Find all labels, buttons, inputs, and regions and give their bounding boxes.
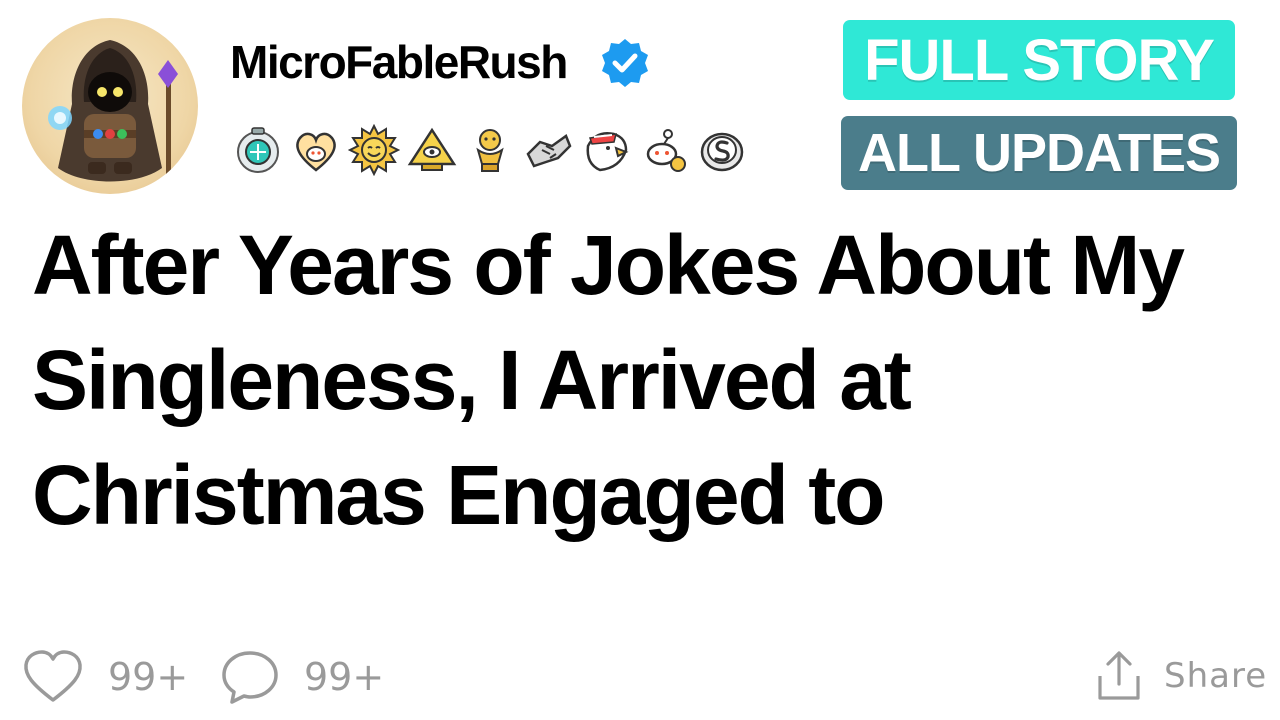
post-actions-bar: 99+ 99+ Share bbox=[0, 640, 1280, 720]
like-count: 99+ bbox=[108, 655, 189, 699]
snoo-award-icon[interactable] bbox=[638, 124, 690, 176]
trophy-snoo-award-icon[interactable] bbox=[464, 124, 516, 176]
awards-row bbox=[232, 124, 748, 176]
hooded-wizard-icon bbox=[48, 40, 178, 182]
handshake-award-icon[interactable] bbox=[522, 124, 574, 176]
eagle-award-icon[interactable] bbox=[580, 124, 632, 176]
silver-award-icon[interactable] bbox=[696, 124, 748, 176]
heart-icon bbox=[24, 650, 82, 702]
comment-count: 99+ bbox=[304, 655, 385, 699]
like-button[interactable]: 99+ bbox=[22, 648, 188, 706]
full-story-badge[interactable]: FULL STORY bbox=[843, 20, 1235, 100]
avatar[interactable] bbox=[22, 18, 198, 194]
sun-award-icon[interactable] bbox=[348, 124, 400, 176]
heart-snoo-award-icon[interactable] bbox=[290, 124, 342, 176]
comment-bubble-icon bbox=[222, 651, 278, 704]
share-button[interactable]: Share bbox=[1096, 650, 1267, 702]
illuminati-award-icon[interactable] bbox=[406, 124, 458, 176]
share-upload-icon bbox=[1098, 651, 1140, 700]
verified-badge-icon bbox=[602, 39, 648, 87]
post-title: After Years of Jokes About My Singleness… bbox=[32, 218, 1185, 542]
comment-button[interactable]: 99+ bbox=[220, 648, 384, 706]
gem-award-icon[interactable] bbox=[232, 124, 284, 176]
all-updates-badge[interactable]: ALL UPDATES bbox=[841, 116, 1237, 190]
username[interactable]: MicroFableRush bbox=[230, 36, 568, 88]
share-label: Share bbox=[1164, 656, 1268, 696]
